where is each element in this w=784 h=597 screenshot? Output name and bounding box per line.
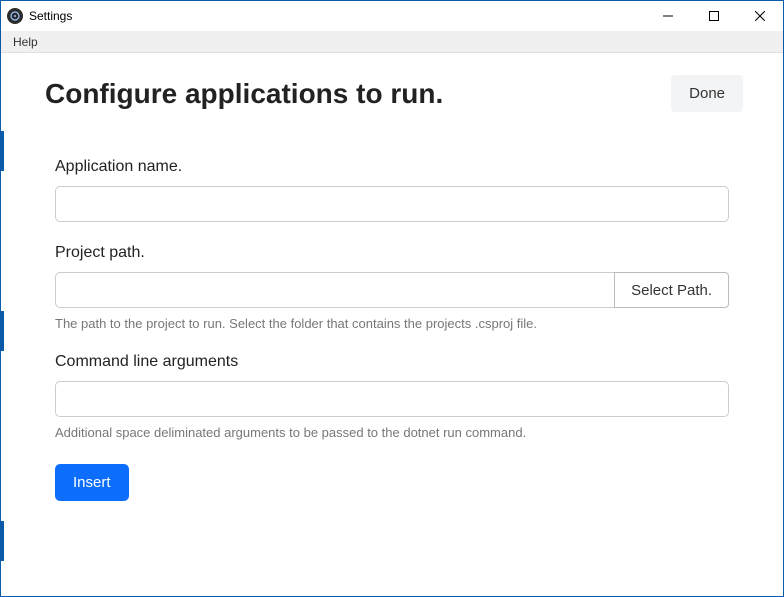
insert-button[interactable]: Insert bbox=[55, 464, 129, 501]
menubar: Help bbox=[1, 31, 783, 53]
field-project-path: Project path. Select Path. The path to t… bbox=[55, 244, 729, 331]
menu-help[interactable]: Help bbox=[7, 33, 44, 51]
project-path-input[interactable] bbox=[55, 272, 614, 308]
app-name-input[interactable] bbox=[55, 186, 729, 222]
args-input[interactable] bbox=[55, 381, 729, 417]
select-path-button[interactable]: Select Path. bbox=[614, 272, 729, 308]
titlebar: Settings bbox=[1, 1, 783, 31]
edge-decoration bbox=[1, 131, 4, 171]
window-title: Settings bbox=[29, 9, 72, 23]
edge-decoration bbox=[1, 311, 4, 351]
maximize-button[interactable] bbox=[691, 1, 737, 31]
form: Application name. Project path. Select P… bbox=[1, 130, 783, 501]
minimize-button[interactable] bbox=[645, 1, 691, 31]
content: Configure applications to run. Done Appl… bbox=[1, 53, 783, 501]
project-path-label: Project path. bbox=[55, 244, 729, 262]
header-row: Configure applications to run. Done bbox=[1, 53, 783, 130]
window-controls bbox=[645, 1, 783, 31]
close-button[interactable] bbox=[737, 1, 783, 31]
edge-decoration bbox=[1, 521, 4, 561]
app-name-label: Application name. bbox=[55, 158, 729, 176]
app-icon bbox=[7, 8, 23, 24]
args-label: Command line arguments bbox=[55, 353, 729, 371]
field-app-name: Application name. bbox=[55, 158, 729, 222]
field-args: Command line arguments Additional space … bbox=[55, 353, 729, 440]
page-title: Configure applications to run. bbox=[45, 78, 443, 110]
args-help: Additional space deliminated arguments t… bbox=[55, 425, 729, 440]
project-path-help: The path to the project to run. Select t… bbox=[55, 316, 729, 331]
done-button[interactable]: Done bbox=[671, 75, 743, 112]
